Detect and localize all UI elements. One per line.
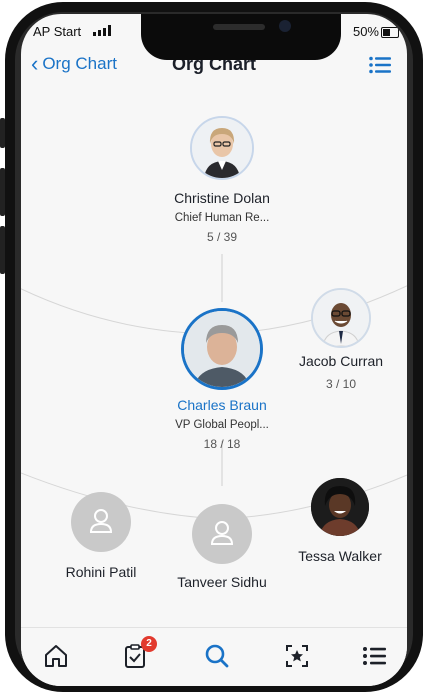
menu-icon [363,647,386,665]
peer-name: Jacob Curran [298,353,384,369]
tab-home[interactable] [42,642,76,672]
speaker-grille [213,24,265,30]
report-avatar [311,478,369,536]
report-avatar [192,504,252,564]
search-icon [205,644,229,668]
front-camera [279,20,291,32]
person-placeholder-icon [210,521,234,545]
peer-report-count: 3 / 10 [325,377,357,391]
focus-avatar [181,308,263,390]
focus-title: VP Global Peopl... [175,419,269,431]
report-name: Rohini Patil [65,564,137,580]
report-name: Tanveer Sidhu [177,574,267,590]
org-chart: Christine Dolan Chief Human Re... 5 / 39… [21,94,407,634]
home-icon [45,645,67,667]
focus-report-count: 18 / 18 [203,437,241,451]
manager-title: Chief Human Re... [174,212,270,224]
volume-down-button [0,226,5,274]
tab-favorites[interactable] [283,642,317,672]
report-node[interactable]: Tessa Walker [281,478,399,564]
carrier-label: AP Start [33,24,82,39]
tab-menu[interactable] [361,642,395,672]
tab-approvals[interactable]: 2 [121,636,157,672]
tab-bar: 2 [21,627,407,686]
notification-badge: 2 [141,636,157,652]
report-node[interactable]: Tanveer Sidhu [167,504,277,590]
peer-node[interactable]: Jacob Curran 3 / 10 [286,288,396,391]
report-avatar [71,492,131,552]
app-screen: AP Start 50% ‹ Org Chart Org Chart Chris… [21,14,407,686]
manager-node[interactable]: Christine Dolan Chief Human Re... 5 / 39 [122,116,322,244]
signal-icon [93,25,111,36]
tab-search[interactable] [203,642,237,672]
report-node[interactable]: Rohini Patil [46,492,156,580]
battery-percentage: 50% [352,24,379,39]
report-name: Tessa Walker [298,548,382,564]
notch [141,14,341,60]
manager-name: Christine Dolan [174,190,270,206]
mute-switch [0,118,5,148]
battery-icon [381,27,399,38]
favorites-icon [286,645,308,667]
volume-up-button [0,168,5,216]
peer-avatar [311,288,371,348]
person-placeholder-icon [89,509,113,533]
focus-name: Charles Braun [177,397,267,413]
list-menu-icon[interactable] [369,56,391,74]
manager-report-count: 5 / 39 [206,230,238,244]
manager-avatar [190,116,254,180]
